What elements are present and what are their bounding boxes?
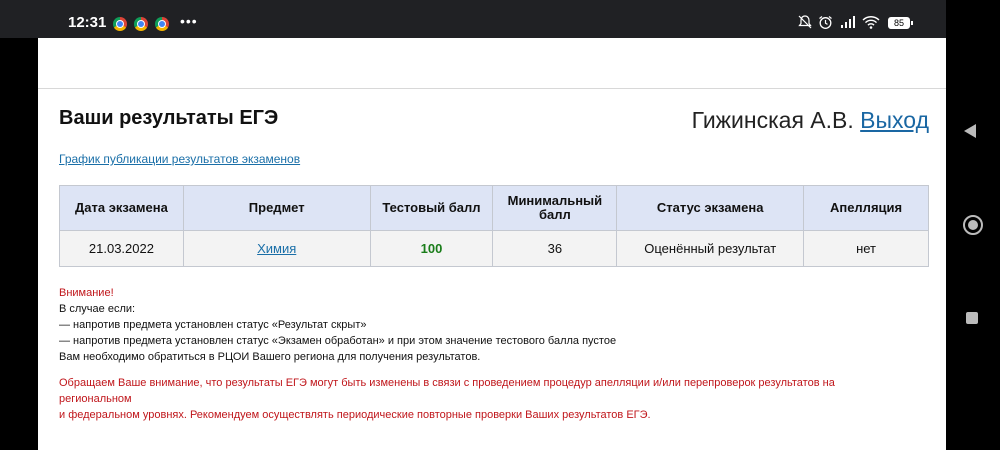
mute-icon bbox=[798, 15, 812, 29]
status-time: 12:31 bbox=[68, 14, 107, 31]
wifi-icon bbox=[862, 16, 880, 29]
back-icon[interactable] bbox=[964, 124, 976, 138]
chrome-icon bbox=[155, 17, 169, 31]
instruction-line: — напротив предмета установлен статус «Э… bbox=[59, 335, 617, 347]
alarm-icon bbox=[819, 16, 832, 29]
user-name: Гижинская А.В. bbox=[691, 107, 854, 133]
column-header-status: Статус экзамена bbox=[616, 185, 805, 231]
instruction-line: — напротив предмета установлен статус «Р… bbox=[59, 319, 367, 331]
results-change-notice: Обращаем Ваше внимание, что результаты Е… bbox=[59, 375, 899, 423]
min-score-cell: 36 bbox=[492, 230, 618, 267]
attention-label: Внимание! bbox=[59, 287, 114, 299]
results-table: Дата экзамена Предмет Тестовый балл Мини… bbox=[59, 185, 929, 267]
results-schedule-link[interactable]: График публикации результатов экзаменов bbox=[59, 152, 300, 166]
notice-line: и федеральном уровнях. Рекомендуем осуще… bbox=[59, 409, 651, 421]
subject-cell: Химия bbox=[182, 230, 371, 267]
home-icon[interactable] bbox=[963, 215, 983, 235]
column-header-appeal: Апелляция bbox=[803, 185, 929, 231]
column-header-score: Тестовый балл bbox=[369, 185, 494, 231]
exam-date-cell: 21.03.2022 bbox=[59, 230, 184, 267]
subject-link[interactable]: Химия bbox=[257, 241, 296, 256]
appeal-cell: нет bbox=[803, 230, 929, 267]
table-row: 21.03.2022 Химия 100 36 Оценённый резуль… bbox=[59, 230, 929, 267]
column-header-min-score: Минимальный балл bbox=[492, 185, 618, 231]
instruction-line: В случае если: bbox=[59, 303, 136, 315]
notice-line: Обращаем Ваше внимание, что результаты Е… bbox=[59, 377, 835, 405]
chrome-icon bbox=[134, 17, 148, 31]
chrome-icon bbox=[113, 17, 127, 31]
instruction-line: Вам необходимо обратиться в РЦОИ Вашего … bbox=[59, 351, 481, 363]
exam-status-cell: Оценённый результат bbox=[616, 230, 805, 267]
column-header-date: Дата экзамена bbox=[59, 185, 184, 231]
recent-apps-icon[interactable] bbox=[966, 312, 978, 324]
signal-icon bbox=[841, 16, 855, 28]
top-header-band bbox=[38, 38, 946, 89]
test-score-cell: 100 bbox=[369, 230, 494, 267]
table-header-row: Дата экзамена Предмет Тестовый балл Мини… bbox=[59, 185, 929, 231]
results-page: Ваши результаты ЕГЭ Гижинская А.В. Выход… bbox=[38, 38, 946, 450]
page-title: Ваши результаты ЕГЭ bbox=[59, 107, 279, 129]
user-block: Гижинская А.В. Выход bbox=[692, 107, 929, 134]
more-notifications-indicator: ••• bbox=[180, 13, 198, 29]
logout-link[interactable]: Выход bbox=[860, 107, 929, 133]
instructions-block: Внимание! В случае если: — напротив пред… bbox=[59, 285, 616, 365]
status-bar: 12:31 ••• 85 bbox=[0, 0, 946, 38]
battery-icon: 85 bbox=[888, 17, 913, 29]
column-header-subject: Предмет bbox=[182, 185, 371, 231]
